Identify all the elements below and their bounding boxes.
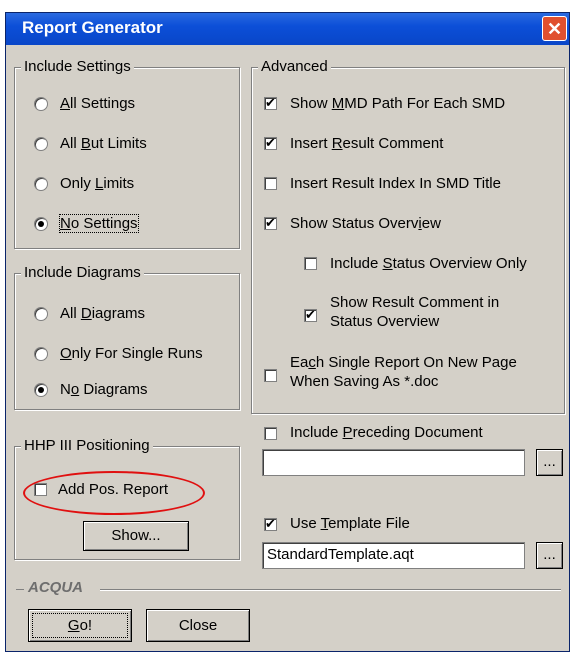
report-generator-window: Report Generator ✕ Include Settings All …: [5, 12, 570, 652]
radio-no-diagrams[interactable]: [34, 383, 48, 397]
radio-all-diagrams[interactable]: [34, 307, 48, 321]
window-title: Report Generator: [22, 18, 163, 37]
label-all-but-limits[interactable]: All But Limits: [60, 135, 147, 152]
label-all-settings[interactable]: All Settings: [60, 95, 135, 112]
label-only-single-runs[interactable]: Only For Single Runs: [60, 345, 203, 362]
preceding-browse-button[interactable]: ...: [536, 449, 563, 476]
radio-all-settings[interactable]: [34, 97, 48, 111]
insert-result-comment-checkbox[interactable]: [264, 135, 277, 151]
close-button[interactable]: Close: [146, 609, 250, 642]
insert-result-comment-label[interactable]: Insert Result Comment: [290, 135, 443, 152]
label-no-diagrams[interactable]: No Diagrams: [60, 381, 148, 398]
show-mmd-path-label[interactable]: Show MMD Path For Each SMD: [290, 95, 505, 112]
show-result-comment-checkbox[interactable]: [304, 307, 317, 323]
acqua-brand: ACQUA: [28, 579, 83, 596]
show-result-comment-label[interactable]: Show Result Comment in Status Overview: [330, 293, 499, 331]
each-single-report-label[interactable]: Each Single Report On New Page When Savin…: [290, 353, 517, 391]
brand-divider-left: [16, 589, 24, 590]
use-template-file-label[interactable]: Use Template File: [290, 515, 410, 532]
insert-result-index-label[interactable]: Insert Result Index In SMD Title: [290, 175, 501, 192]
show-button[interactable]: Show...: [83, 521, 189, 551]
brand-divider: [100, 589, 561, 590]
include-preceding-document-checkbox[interactable]: [264, 427, 277, 440]
go-button[interactable]: Go!: [28, 609, 132, 642]
close-icon: ✕: [546, 19, 563, 39]
include-settings-legend: Include Settings: [21, 58, 134, 75]
show-status-overview-checkbox[interactable]: [264, 215, 277, 231]
radio-no-settings[interactable]: [34, 217, 48, 231]
show-status-overview-label[interactable]: Show Status Overview: [290, 215, 441, 232]
radio-only-limits[interactable]: [34, 177, 48, 191]
template-file-path-field[interactable]: StandardTemplate.aqt: [262, 542, 525, 569]
show-mmd-path-checkbox[interactable]: [264, 95, 277, 111]
close-window-button[interactable]: ✕: [542, 16, 567, 41]
each-single-report-checkbox[interactable]: [264, 369, 277, 382]
template-browse-button[interactable]: ...: [536, 542, 563, 569]
include-preceding-document-label[interactable]: Include Preceding Document: [290, 424, 483, 441]
preceding-document-path-field[interactable]: [262, 449, 525, 476]
radio-all-but-limits[interactable]: [34, 137, 48, 151]
radio-only-single-runs[interactable]: [34, 347, 48, 361]
highlight-oval: [23, 471, 205, 515]
include-diagrams-legend: Include Diagrams: [21, 264, 144, 281]
use-template-file-checkbox[interactable]: [264, 516, 277, 532]
hhp-positioning-legend: HHP III Positioning: [21, 437, 153, 454]
include-status-overview-only-checkbox[interactable]: [304, 257, 317, 270]
insert-result-index-checkbox[interactable]: [264, 177, 277, 190]
include-status-overview-only-label[interactable]: Include Status Overview Only: [330, 255, 527, 272]
label-all-diagrams[interactable]: All Diagrams: [60, 305, 145, 322]
advanced-legend: Advanced: [258, 58, 331, 75]
label-no-settings[interactable]: No Settings: [59, 214, 139, 233]
title-bar[interactable]: Report Generator ✕: [6, 13, 569, 45]
label-only-limits[interactable]: Only Limits: [60, 175, 134, 192]
